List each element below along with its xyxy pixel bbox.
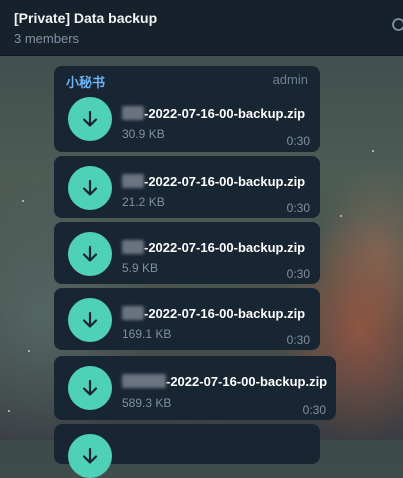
file-message[interactable]: -2022-07-16-00-backup.zip 589.3 KB 0:30 [54,356,336,420]
chat-title: [Private] Data backup [14,10,157,26]
message-time: 0:30 [287,134,310,148]
redacted-name [122,240,144,254]
redacted-name [122,306,144,320]
chat-header[interactable]: [Private] Data backup 3 members [0,0,403,56]
file-size: 589.3 KB [122,396,171,410]
download-button[interactable] [68,97,112,141]
file-name: -2022-07-16-00-backup.zip [122,174,305,189]
message-time: 0:30 [303,403,326,417]
member-count: 3 members [14,31,79,46]
redacted-name [122,174,144,188]
file-message[interactable] [54,424,320,464]
redacted-name [122,106,144,120]
file-message[interactable]: -2022-07-16-00-backup.zip 5.9 KB 0:30 [54,222,320,284]
file-message[interactable]: 小秘书 admin -2022-07-16-00-backup.zip 30.9… [54,66,320,152]
file-message[interactable]: -2022-07-16-00-backup.zip 21.2 KB 0:30 [54,156,320,218]
download-button[interactable] [68,166,112,210]
download-button[interactable] [68,298,112,342]
file-size: 21.2 KB [122,195,165,209]
file-size: 5.9 KB [122,261,158,275]
file-name: -2022-07-16-00-backup.zip [122,306,305,321]
download-icon [80,446,100,466]
message-time: 0:30 [287,201,310,215]
download-button[interactable] [68,366,112,410]
download-button[interactable] [68,434,112,478]
download-icon [80,109,100,129]
download-button[interactable] [68,232,112,276]
file-size: 169.1 KB [122,327,171,341]
download-icon [80,310,100,330]
sender-name[interactable]: 小秘书 [66,75,105,90]
file-message[interactable]: -2022-07-16-00-backup.zip 169.1 KB 0:30 [54,288,320,350]
download-icon [80,244,100,264]
message-time: 0:30 [287,333,310,347]
file-name: -2022-07-16-00-backup.zip [122,240,305,255]
message-time: 0:30 [287,267,310,281]
download-icon [80,178,100,198]
admin-badge: admin [273,72,308,87]
file-name: -2022-07-16-00-backup.zip [122,106,305,121]
redacted-name [122,374,166,388]
file-name: -2022-07-16-00-backup.zip [122,374,327,389]
search-icon[interactable] [391,17,403,35]
download-icon [80,378,100,398]
file-size: 30.9 KB [122,127,165,141]
